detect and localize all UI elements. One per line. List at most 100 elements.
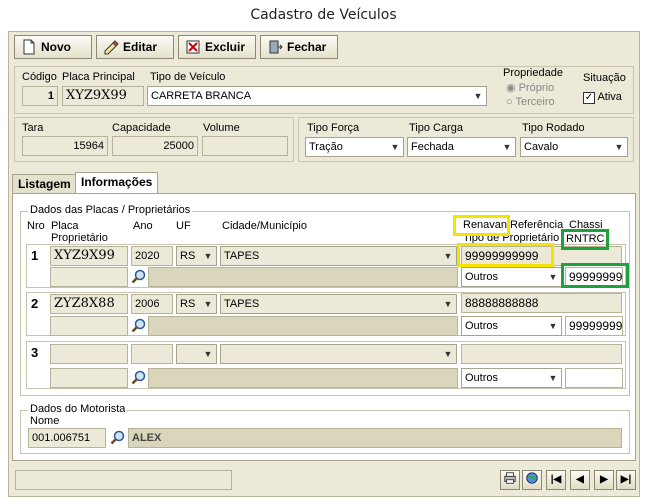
motorista-group-title: Dados do Motorista [28, 403, 128, 415]
motorista-codigo-field[interactable]: 001.006751 [28, 428, 106, 448]
novo-button[interactable]: Novo [14, 35, 92, 59]
header-referencia: Referência [510, 219, 564, 231]
chevron-down-icon: ▼ [473, 91, 483, 101]
tipo-rodado-dropdown[interactable]: Cavalo ▼ [520, 137, 628, 157]
novo-label: Novo [41, 40, 71, 54]
uf-dropdown[interactable]: ▼ [176, 344, 217, 364]
propriedade-label: Propriedade [503, 67, 563, 79]
new-document-icon [23, 39, 35, 55]
tipo-carga-dropdown[interactable]: Fechada ▼ [407, 137, 516, 157]
web-button[interactable] [522, 470, 542, 490]
proprietario-code-field[interactable] [50, 267, 128, 287]
first-record-button[interactable]: |◀ [546, 470, 566, 490]
codigo-field[interactable]: 1 [22, 86, 58, 106]
tara-label: Tara [22, 122, 44, 134]
ativa-label: Ativa [597, 91, 622, 103]
cidade-value: TAPES [224, 298, 260, 310]
fechar-button[interactable]: Fechar [260, 35, 338, 59]
tipo-rodado-label: Tipo Rodado [522, 122, 585, 134]
ativa-checkbox[interactable]: ✓ Ativa [583, 91, 622, 104]
cidade-dropdown[interactable]: TAPES ▼ [220, 294, 457, 314]
uf-dropdown[interactable]: RS ▼ [176, 294, 217, 314]
tipo-proprietario-dropdown[interactable]: Outros ▼ [461, 267, 562, 287]
ano-field[interactable]: 2006 [131, 294, 173, 314]
tipo-carga-label: Tipo Carga [409, 122, 464, 134]
cidade-dropdown[interactable]: TAPES ▼ [220, 246, 457, 266]
tipo-rodado-value: Cavalo [524, 141, 559, 153]
renavan-field[interactable]: 88888888888 [461, 293, 622, 313]
volume-field[interactable] [202, 136, 288, 156]
tipo-forca-label: Tipo Força [307, 122, 360, 134]
rntrc-value-highlight [561, 263, 629, 288]
previous-icon: ◀ [576, 474, 584, 485]
edit-icon [104, 40, 119, 55]
placas-group-title: Dados das Placas / Proprietários [28, 204, 193, 216]
search-icon[interactable] [131, 269, 147, 285]
chevron-down-icon: ▼ [390, 142, 400, 152]
next-record-button[interactable]: ▶ [594, 470, 614, 490]
tipo-veiculo-dropdown[interactable]: CARRETA BRANCA ▼ [147, 86, 487, 106]
motorista-nome-label: Nome [30, 415, 60, 427]
header-placa: Placa [51, 220, 79, 232]
fechar-label: Fechar [287, 40, 327, 54]
chevron-down-icon: ▼ [548, 373, 558, 383]
tab-listagem[interactable]: Listagem [12, 174, 77, 194]
row-number: 1 [31, 248, 39, 263]
last-record-button[interactable]: ▶| [616, 470, 636, 490]
renavan-field[interactable] [461, 344, 622, 364]
placa-field[interactable]: XYZ9X99 [50, 246, 128, 266]
tipo-proprietario-dropdown[interactable]: Outros ▼ [461, 368, 562, 388]
previous-record-button[interactable]: ◀ [570, 470, 590, 490]
editar-button[interactable]: Editar [96, 35, 174, 59]
placa-principal-field[interactable]: XYZ9X99 [62, 86, 144, 106]
placa-field[interactable] [50, 344, 128, 364]
renavan-value-highlight [457, 243, 554, 267]
placa-principal-label: Placa Principal [62, 71, 135, 83]
next-icon: ▶ [600, 474, 608, 485]
proprietario-name-field[interactable] [148, 267, 458, 287]
chevron-down-icon: ▼ [548, 321, 558, 331]
tara-field[interactable]: 15964 [22, 136, 108, 156]
proprietario-code-field[interactable] [50, 368, 128, 388]
radio-checked-icon: ◉ [506, 82, 516, 94]
codigo-label: Código [22, 71, 57, 83]
tipo-proprietario-dropdown[interactable]: Outros ▼ [461, 316, 562, 336]
renavan-header-highlight [453, 215, 510, 236]
tab-informacoes[interactable]: Informações [75, 172, 159, 194]
print-button[interactable] [500, 470, 520, 490]
header-nro: Nro [27, 220, 45, 232]
capacidade-field[interactable]: 25000 [112, 136, 198, 156]
cidade-value: TAPES [224, 250, 260, 262]
last-icon: ▶| [620, 474, 632, 485]
chevron-down-icon: ▼ [443, 251, 453, 261]
first-icon: |◀ [550, 474, 562, 485]
search-icon[interactable] [131, 318, 147, 334]
ano-field[interactable] [131, 344, 173, 364]
motorista-nome-field[interactable]: ALEX [128, 428, 622, 448]
proprietario-code-field[interactable] [50, 316, 128, 336]
proprio-radio[interactable]: ◉ Próprio [506, 81, 554, 94]
search-icon[interactable] [131, 370, 147, 386]
uf-dropdown[interactable]: RS ▼ [176, 246, 217, 266]
cidade-dropdown[interactable]: ▼ [220, 344, 457, 364]
globe-icon [526, 472, 538, 484]
rntrc-field[interactable]: 99999999 [565, 316, 623, 336]
uf-value: RS [180, 298, 196, 310]
placa-field[interactable]: ZYZ8X88 [50, 294, 128, 314]
proprietario-name-field[interactable] [148, 368, 458, 388]
proprio-label: Próprio [518, 82, 555, 94]
excluir-button[interactable]: Excluir [178, 35, 256, 59]
chevron-down-icon: ▼ [203, 251, 213, 261]
rntrc-field[interactable] [565, 368, 623, 388]
terceiro-radio[interactable]: ○ Terceiro [506, 96, 555, 108]
close-door-icon [269, 40, 283, 54]
ano-field[interactable]: 2020 [131, 246, 173, 266]
rntrc-header-highlight [561, 229, 609, 250]
capacidade-label: Capacidade [112, 122, 171, 134]
search-icon[interactable] [110, 430, 126, 446]
proprietario-name-field[interactable] [148, 316, 458, 336]
tipo-forca-dropdown[interactable]: Tração ▼ [305, 137, 404, 157]
tipo-proprietario-value: Outros [465, 271, 499, 283]
status-bar [15, 470, 232, 490]
tipo-carga-value: Fechada [411, 141, 454, 153]
